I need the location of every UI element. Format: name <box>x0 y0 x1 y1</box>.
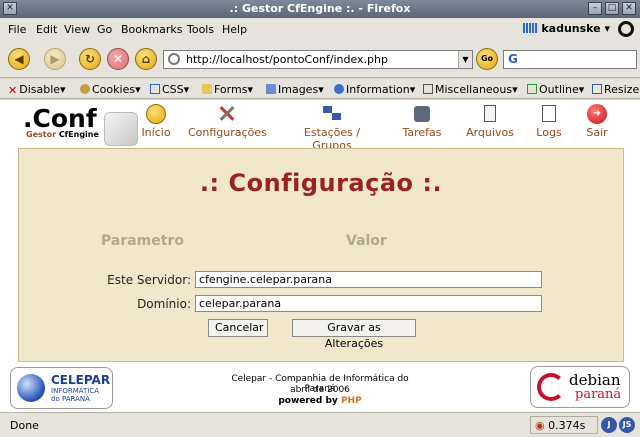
footer-powered: powered by PHP <box>278 396 362 406</box>
files-icon <box>479 104 501 124</box>
red-x-icon: ✕ <box>8 84 18 97</box>
web-developer-toolbar: ✕ Disable▾ Cookies▾ CSS▾ Forms▾ Images▾ I… <box>0 79 640 99</box>
logo-document-icon <box>104 112 138 146</box>
server-input[interactable] <box>195 271 542 288</box>
menu-help[interactable]: Help <box>222 23 247 36</box>
column-header-valor: Valor <box>346 233 387 249</box>
stop-icon[interactable]: ✕ <box>107 48 129 70</box>
dev-forms[interactable]: Forms▾ <box>202 83 253 96</box>
status-text: Done <box>10 419 39 432</box>
nav-arquivos[interactable]: Arquivos <box>464 104 516 139</box>
exit-icon: ➜ <box>587 104 607 124</box>
reload-icon[interactable]: ↻ <box>79 48 101 70</box>
user-icon <box>523 23 538 33</box>
save-button[interactable]: Gravar as Alterações <box>292 319 416 350</box>
outline-icon <box>527 84 537 94</box>
url-dropdown-icon[interactable]: ▼ <box>458 51 472 68</box>
nav-configuracoes[interactable]: Configurações <box>188 104 267 139</box>
menu-file[interactable]: File <box>8 23 26 36</box>
dev-information[interactable]: Information▾ <box>334 83 415 96</box>
user-indicator[interactable]: kadunske ▾ <box>523 22 610 35</box>
page-icon <box>168 53 180 65</box>
page-footer: CELEPAR INFORMÁTICA do PARANÁ Celepar - C… <box>0 362 640 412</box>
parana-text: paraná <box>575 387 622 402</box>
navigation-toolbar: ◀ ▶ ↻ ✕ ⌂ http://localhost/pontoConf/ind… <box>0 40 640 78</box>
menubar: File Edit View Go Bookmarks Tools Help k… <box>0 18 640 40</box>
dev-resize[interactable]: Resize <box>592 83 639 96</box>
nav-inicio[interactable]: Início <box>138 104 174 139</box>
js-status-icon[interactable]: JS <box>619 417 635 433</box>
home-icon <box>146 104 166 124</box>
nav-logs[interactable]: Logs <box>532 104 566 139</box>
dev-images[interactable]: Images▾ <box>266 83 324 96</box>
images-icon <box>266 84 276 94</box>
info-icon <box>334 84 344 94</box>
resize-icon <box>592 84 602 94</box>
domain-label: Domínio: <box>137 297 191 311</box>
url-text: http://localhost/pontoConf/index.php <box>186 53 388 66</box>
window-titlebar: ✕ .: Gestor CfEngine :. - Firefox – □ ✕ <box>0 0 640 18</box>
go-button[interactable]: Go <box>476 48 498 70</box>
cookie-icon <box>80 84 90 94</box>
domain-input[interactable] <box>195 295 542 312</box>
celepar-subtitle: INFORMÁTICA do PARANÁ <box>51 387 100 403</box>
debian-parana-logo[interactable]: debian paraná <box>530 366 630 408</box>
app-logo-subtitle: Gestor CfEngine <box>26 130 99 139</box>
home-nav-icon[interactable]: ⌂ <box>135 48 157 70</box>
back-icon[interactable]: ◀ <box>8 48 30 70</box>
workstations-icon <box>321 104 343 124</box>
dev-miscellaneous[interactable]: Miscellaneous▾ <box>423 83 518 96</box>
nav-estacoes-grupos[interactable]: Estações / Grupos <box>284 104 380 152</box>
celepar-globe-icon <box>17 374 45 402</box>
search-engine-icon: G <box>508 52 518 66</box>
forward-icon[interactable]: ▶ <box>44 48 66 70</box>
menu-bookmarks[interactable]: Bookmarks <box>121 23 182 36</box>
page-content: .Conf Gestor CfEngine Início Configuraçõ… <box>0 100 640 412</box>
logs-icon <box>538 104 560 124</box>
url-bar[interactable]: http://localhost/pontoConf/index.php ▼ <box>163 50 473 69</box>
page-title: .: Configuração :. <box>199 169 443 197</box>
config-panel: .: Configuração :. Parametro Valor Este … <box>18 148 624 362</box>
search-input[interactable]: G <box>503 50 637 69</box>
maximize-icon[interactable]: □ <box>605 2 619 15</box>
forms-icon <box>202 84 212 94</box>
load-time: ◉ 0.374s <box>530 416 598 434</box>
throbber-icon <box>618 21 634 37</box>
dev-cookies[interactable]: Cookies▾ <box>80 83 141 96</box>
server-label: Este Servidor: <box>107 273 191 287</box>
status-bar: Done ◉ 0.374s J JS <box>0 412 640 437</box>
celepar-name: CELEPAR <box>51 373 111 387</box>
nav-tarefas[interactable]: Tarefas <box>402 104 442 139</box>
minimize-icon[interactable]: – <box>588 2 602 15</box>
dev-disable[interactable]: ✕ Disable▾ <box>8 83 66 97</box>
close-icon[interactable]: ✕ <box>622 2 636 15</box>
timer-icon: ◉ <box>535 419 545 432</box>
nav-sair[interactable]: ➜ Sair <box>582 104 612 139</box>
misc-icon <box>423 84 433 94</box>
dev-outline[interactable]: Outline▾ <box>527 83 584 96</box>
user-name: kadunske <box>541 22 601 35</box>
dev-css[interactable]: CSS▾ <box>150 83 189 96</box>
celepar-logo[interactable]: CELEPAR INFORMÁTICA do PARANÁ <box>10 367 113 409</box>
tasks-icon <box>411 104 433 124</box>
menu-go[interactable]: Go <box>97 23 112 36</box>
menu-view[interactable]: View <box>64 23 90 36</box>
menu-tools[interactable]: Tools <box>187 23 214 36</box>
cancel-button[interactable]: Cancelar <box>208 319 268 337</box>
tools-icon <box>215 104 237 124</box>
j-status-icon[interactable]: J <box>601 417 617 433</box>
footer-date: abril de 2006 <box>290 385 350 395</box>
app-logo: .Conf <box>23 104 97 133</box>
column-header-parametro: Parametro <box>101 233 184 249</box>
debian-swirl-icon <box>537 373 565 401</box>
menu-edit[interactable]: Edit <box>36 23 57 36</box>
app-header: .Conf Gestor CfEngine Início Configuraçõ… <box>18 100 624 152</box>
window-title: .: Gestor CfEngine :. - Firefox <box>229 2 411 15</box>
css-icon <box>150 84 160 94</box>
